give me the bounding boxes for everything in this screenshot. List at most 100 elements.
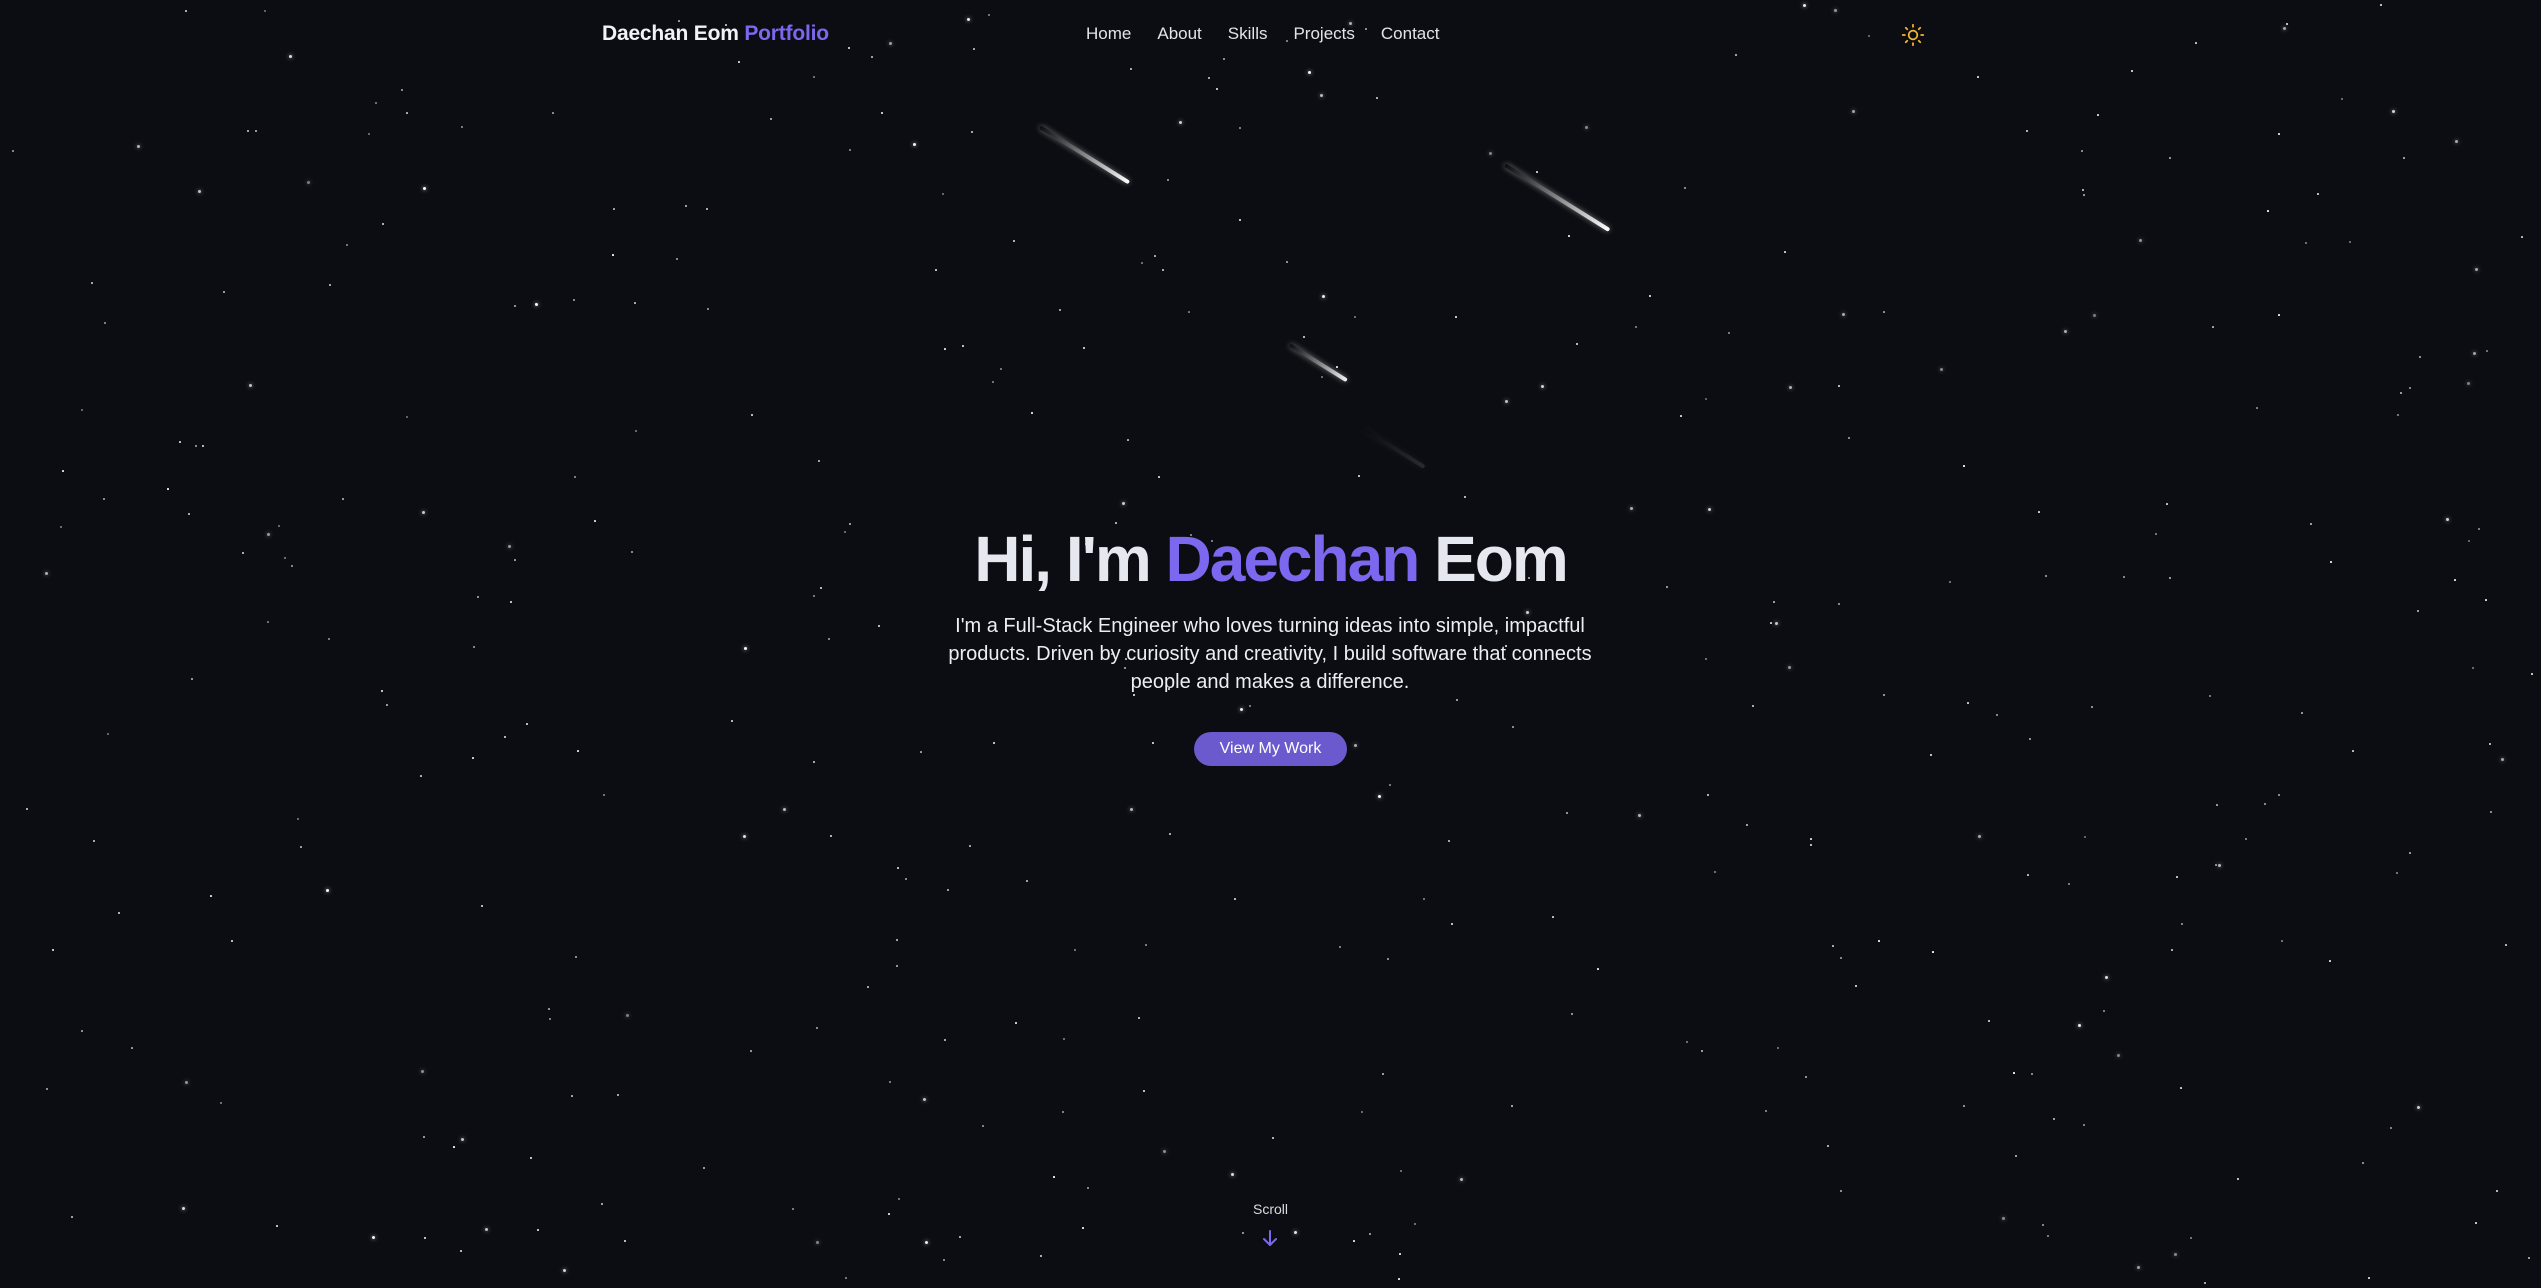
star	[1361, 1111, 1363, 1113]
star	[2029, 738, 2031, 740]
star	[830, 835, 832, 837]
star	[1026, 880, 1028, 882]
star	[2190, 1237, 2192, 1239]
brand-logo[interactable]: Daechan Eom Portfolio	[602, 22, 829, 46]
star	[1852, 110, 1855, 113]
star	[504, 736, 506, 738]
star	[920, 751, 922, 753]
star	[2352, 750, 2354, 752]
star	[971, 131, 973, 133]
star	[406, 416, 408, 418]
star	[91, 282, 93, 284]
star	[1320, 94, 1323, 97]
brand-accent: Portfolio	[744, 22, 829, 45]
brand-name: Daechan Eom	[602, 22, 739, 45]
star	[2013, 1072, 2015, 1074]
star	[535, 303, 538, 306]
star	[1832, 945, 1834, 947]
star	[2505, 944, 2507, 946]
star	[1773, 601, 1775, 603]
star	[563, 1269, 566, 1272]
star	[676, 258, 678, 260]
star	[52, 949, 54, 951]
star	[881, 112, 883, 114]
star	[1728, 332, 1730, 334]
star	[247, 130, 249, 132]
nav-link-skills[interactable]: Skills	[1228, 24, 1268, 44]
star	[423, 1136, 425, 1138]
star	[2417, 1106, 2420, 1109]
star	[2117, 1054, 2120, 1057]
star	[1130, 808, 1133, 811]
star	[1242, 1232, 1244, 1234]
star	[2083, 1124, 2085, 1126]
star	[424, 1237, 426, 1239]
star	[2267, 210, 2269, 212]
nav-link-home[interactable]: Home	[1086, 24, 1131, 44]
star	[896, 965, 898, 967]
star	[1141, 262, 1143, 264]
star	[2455, 140, 2458, 143]
star	[634, 302, 636, 304]
star	[249, 384, 252, 387]
star	[514, 305, 516, 307]
view-my-work-button[interactable]: View My Work	[1194, 732, 1347, 766]
star	[481, 905, 483, 907]
star	[2215, 864, 2217, 866]
star	[1145, 944, 1147, 946]
star	[626, 1014, 629, 1017]
star	[1127, 439, 1129, 441]
star	[198, 190, 201, 193]
page: Daechan Eom Portfolio Home About Skills …	[0, 0, 2541, 1288]
star	[2473, 352, 2476, 355]
nav-link-contact[interactable]: Contact	[1381, 24, 1440, 44]
star	[1169, 833, 1171, 835]
star	[1188, 311, 1190, 313]
star	[1511, 1105, 1513, 1107]
star	[2209, 695, 2211, 697]
scroll-down-button[interactable]	[1261, 1228, 1279, 1248]
star	[537, 1229, 539, 1231]
star	[1167, 179, 1169, 181]
star	[1163, 1150, 1166, 1153]
star	[185, 1081, 188, 1084]
nav-link-projects[interactable]: Projects	[1293, 24, 1354, 44]
star	[867, 986, 869, 988]
star	[1883, 311, 1885, 313]
star	[406, 112, 408, 114]
star	[1784, 251, 1786, 253]
nav-link-about[interactable]: About	[1157, 24, 1201, 44]
hero-title: Hi, I'm Daechan Eom	[0, 522, 2541, 596]
star	[453, 1146, 455, 1148]
star	[1932, 951, 1934, 953]
star	[731, 720, 733, 722]
star	[1062, 1111, 1064, 1113]
star	[2305, 242, 2307, 244]
theme-toggle-button[interactable]	[1900, 22, 1926, 48]
star	[1336, 366, 1338, 368]
star	[1810, 838, 1812, 840]
star	[46, 1088, 48, 1090]
star	[2409, 387, 2411, 389]
star	[1701, 1050, 1703, 1052]
star	[2496, 1190, 2498, 1192]
star	[1448, 840, 1450, 842]
star	[300, 846, 302, 848]
star	[1838, 385, 1840, 387]
star	[2212, 326, 2214, 328]
star	[1827, 1145, 1829, 1147]
star	[1000, 368, 1002, 370]
star	[2180, 1087, 2182, 1089]
star	[1455, 316, 1457, 318]
star	[2317, 193, 2319, 195]
star	[12, 150, 14, 152]
star	[1040, 1255, 1042, 1257]
star	[845, 1277, 847, 1279]
star	[472, 757, 474, 759]
star	[2490, 811, 2492, 813]
star	[346, 244, 348, 246]
star	[1083, 347, 1085, 349]
star	[1505, 400, 1508, 403]
star	[1805, 1076, 1807, 1078]
star	[1158, 476, 1160, 478]
